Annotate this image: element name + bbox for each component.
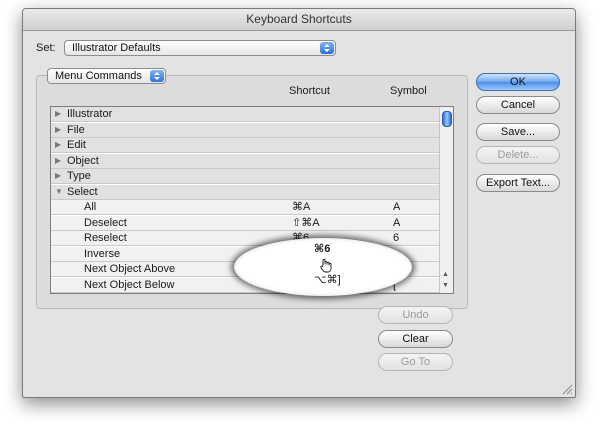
scroll-up-arrow-icon[interactable]: ▲ xyxy=(442,271,449,278)
group-row-illustrator[interactable]: ▶ Illustrator xyxy=(51,107,439,122)
command-name: Inverse xyxy=(84,247,121,260)
disclosure-triangle-icon[interactable]: ▶ xyxy=(55,123,61,137)
commands-type-value: Menu Commands xyxy=(55,70,142,82)
delete-button[interactable]: Delete... xyxy=(476,146,560,164)
disclosure-triangle-icon[interactable]: ▶ xyxy=(55,169,61,183)
highlight-shortcut-next-object-above[interactable]: ⌥⌘] xyxy=(314,273,341,286)
keyboard-shortcuts-dialog: Keyboard Shortcuts Set: Illustrator Defa… xyxy=(22,8,576,398)
resize-grip-icon[interactable] xyxy=(562,384,573,395)
cancel-button[interactable]: Cancel xyxy=(476,96,560,114)
disclosure-triangle-icon[interactable]: ▶ xyxy=(55,138,61,152)
set-dropdown-value: Illustrator Defaults xyxy=(72,42,161,54)
command-row-reselect[interactable]: Reselect ⌘6 6 xyxy=(51,231,439,246)
command-name: Reselect xyxy=(84,232,127,244)
group-name: Edit xyxy=(67,139,86,151)
set-label: Set: xyxy=(36,42,56,54)
group-row-object[interactable]: ▶ Object xyxy=(51,153,439,169)
scroll-down-arrow-icon[interactable]: ▼ xyxy=(442,282,449,289)
dropdown-arrows-icon xyxy=(150,70,164,82)
set-dropdown[interactable]: Illustrator Defaults xyxy=(64,40,336,56)
highlight-shortcut-reselect[interactable]: ⌘6 xyxy=(314,242,330,255)
undo-button[interactable]: Undo xyxy=(378,306,453,324)
commands-type-dropdown[interactable]: Menu Commands xyxy=(47,68,166,84)
group-row-type[interactable]: ▶ Type xyxy=(51,169,439,184)
command-symbol[interactable]: A xyxy=(393,200,400,214)
ok-button[interactable]: OK xyxy=(476,73,560,91)
hand-cursor-icon xyxy=(320,258,332,273)
clear-button[interactable]: Clear xyxy=(378,330,453,348)
command-symbol[interactable]: 6 xyxy=(393,231,399,245)
command-name: Next Object Below xyxy=(84,278,175,291)
group-row-file[interactable]: ▶ File xyxy=(51,122,439,138)
vertical-scrollbar[interactable]: ▲ ▼ xyxy=(439,107,453,293)
column-header-symbol: Symbol xyxy=(390,85,427,97)
disclosure-triangle-icon[interactable]: ▶ xyxy=(55,107,61,121)
group-row-select[interactable]: ▼ Select xyxy=(51,184,439,200)
command-shortcut[interactable]: ⇧⌘A xyxy=(292,216,320,230)
shortcut-edit-highlight: ⌘6 ⌥⌘] xyxy=(234,238,412,296)
command-name: Deselect xyxy=(84,216,127,229)
group-row-edit[interactable]: ▶ Edit xyxy=(51,138,439,153)
column-header-shortcut: Shortcut xyxy=(289,85,330,97)
disclosure-triangle-expanded-icon[interactable]: ▼ xyxy=(55,185,63,199)
window-title: Keyboard Shortcuts xyxy=(23,9,575,31)
disclosure-triangle-icon[interactable]: ▶ xyxy=(55,154,61,168)
command-symbol[interactable]: A xyxy=(393,216,400,230)
command-name: All xyxy=(84,201,97,213)
group-name: Type xyxy=(67,170,91,182)
save-button[interactable]: Save... xyxy=(476,123,560,141)
dropdown-arrows-icon xyxy=(320,42,334,54)
command-shortcut[interactable]: ⌘A xyxy=(292,200,310,214)
group-name: File xyxy=(67,123,85,136)
group-name: Illustrator xyxy=(67,108,113,120)
command-row-deselect[interactable]: Deselect ⇧⌘A A xyxy=(51,215,439,231)
export-text-button[interactable]: Export Text... xyxy=(476,174,560,192)
group-name: Object xyxy=(67,154,99,167)
command-name: Next Object Above xyxy=(84,263,176,275)
scrollbar-thumb[interactable] xyxy=(442,111,452,127)
command-row-all[interactable]: All ⌘A A xyxy=(51,200,439,215)
group-name: Select xyxy=(67,185,98,198)
go-to-button[interactable]: Go To xyxy=(378,353,453,371)
